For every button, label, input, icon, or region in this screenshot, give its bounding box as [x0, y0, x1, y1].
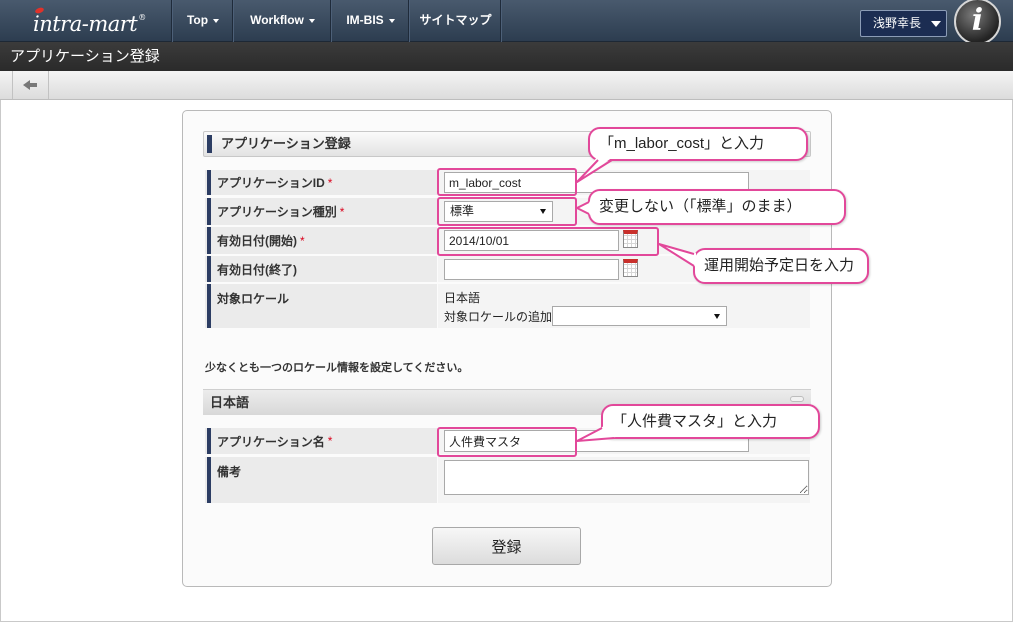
nav-item-top[interactable]: Top — [173, 0, 233, 42]
locale-notice: 少なくとも一つのロケール情報を設定してください。 — [205, 362, 469, 374]
highlight-app-name — [437, 427, 577, 457]
remarks-textarea[interactable] — [444, 460, 809, 495]
locale-add-select[interactable] — [552, 306, 727, 326]
nav-item-label: IM-BIS — [346, 13, 384, 27]
start-date-label: 有効日付(開始) — [217, 234, 297, 248]
annotation-callout: 「人件費マスタ」と入力 — [601, 404, 820, 439]
remarks-label: 備考 — [217, 465, 242, 479]
annotation-callout: 変更しない（「標準」のまま） — [588, 189, 846, 225]
chevron-down-icon — [931, 21, 941, 27]
collapse-icon[interactable] — [790, 396, 804, 402]
dropdown-arrow-icon — [714, 314, 720, 319]
required-marker: * — [300, 233, 305, 248]
chevron-down-icon — [308, 18, 315, 23]
end-date-label: 有効日付(終了) — [217, 262, 297, 277]
required-marker: * — [327, 434, 333, 448]
highlight-app-type — [437, 197, 577, 226]
calendar-icon[interactable] — [623, 259, 638, 277]
label-cell: 有効日付(終了) — [205, 256, 437, 282]
toolbar — [0, 71, 1013, 100]
register-button[interactable]: 登録 — [432, 527, 581, 565]
nav-item-workflow[interactable]: Workflow — [234, 0, 331, 42]
locale-section-title: 日本語 — [210, 395, 250, 410]
back-button[interactable] — [12, 71, 49, 99]
label-cell: 有効日付(開始) * — [205, 227, 437, 254]
intra-mart-logo[interactable]: intra-mart® — [33, 6, 146, 36]
user-name: 浅野幸長 — [873, 16, 922, 30]
label-cell: アプリケーション名 * — [205, 428, 437, 454]
highlight-start-date — [437, 227, 659, 256]
label-accent-bar — [207, 284, 211, 328]
app-id-label: アプリケーションID — [217, 176, 325, 190]
logo-registered-mark: ® — [138, 13, 146, 22]
top-navbar: intra-mart® Top Workflow IM-BIS サイトマップ 浅… — [0, 0, 1013, 45]
locale-add-label: 対象ロケールの追加 — [444, 310, 553, 324]
label-accent-bar — [207, 256, 211, 282]
chevron-down-icon — [213, 18, 220, 23]
logo-text: intra-mart — [33, 12, 138, 36]
nav-item-label: サイトマップ — [419, 13, 492, 27]
intra-mart-badge-logo[interactable]: i — [954, 0, 1001, 45]
end-date-input[interactable] — [444, 259, 619, 280]
section-title: アプリケーション登録 — [221, 136, 351, 151]
locale-label: 対象ロケール — [217, 292, 290, 306]
nav-item-sitemap[interactable]: サイトマップ — [410, 0, 501, 42]
section-accent-bar — [207, 135, 212, 153]
value-cell — [438, 457, 810, 503]
highlight-app-id — [437, 168, 577, 196]
required-marker: * — [327, 175, 333, 190]
annotation-callout: 運用開始予定日を入力 — [693, 248, 869, 284]
label-accent-bar — [207, 457, 211, 503]
label-cell: アプリケーション種別 * — [205, 198, 437, 225]
app-name-label: アプリケーション名 — [217, 434, 325, 449]
chevron-down-icon — [388, 18, 395, 23]
nav-item-im-bis[interactable]: IM-BIS — [332, 0, 409, 42]
label-cell: 対象ロケール — [205, 284, 437, 328]
label-cell: 備考 — [205, 457, 437, 503]
form-row-locale: 対象ロケール 日本語 対象ロケールの追加 — [205, 284, 810, 328]
nav-item-label: Top — [186, 13, 209, 27]
annotation-callout: 「m_labor_cost」と入力 — [588, 127, 808, 161]
value-cell: 日本語 対象ロケールの追加 — [438, 284, 810, 328]
user-menu-button[interactable]: 浅野幸長 — [860, 10, 947, 37]
required-marker: * — [339, 204, 345, 219]
nav-separator — [500, 0, 502, 42]
app-type-label: アプリケーション種別 — [217, 205, 337, 219]
label-accent-bar — [207, 227, 211, 254]
label-accent-bar — [207, 170, 211, 195]
page-title: アプリケーション登録 — [10, 48, 160, 65]
label-cell: アプリケーションID * — [205, 170, 437, 195]
page-title-bar: アプリケーション登録 — [0, 42, 1013, 71]
form-row-remarks: 備考 — [205, 457, 810, 503]
locale-value: 日本語 — [444, 291, 481, 305]
nav-item-label: Workflow — [250, 13, 304, 27]
back-arrow-shaft — [29, 83, 37, 87]
label-accent-bar — [207, 428, 211, 454]
label-accent-bar — [207, 198, 211, 225]
